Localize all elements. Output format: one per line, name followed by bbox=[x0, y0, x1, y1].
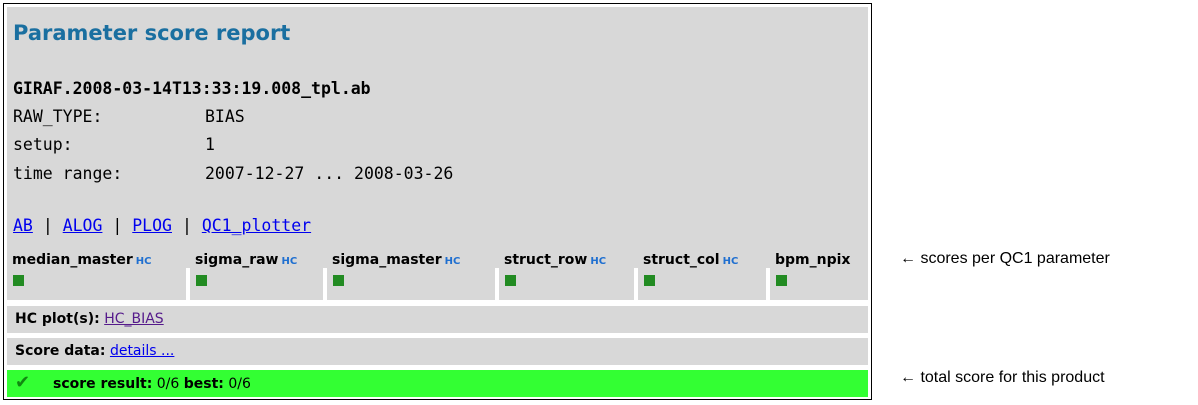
param-cell-sigma-raw: sigma_raw HC bbox=[190, 241, 323, 300]
link-separator: | bbox=[112, 216, 123, 235]
score-indicator bbox=[505, 275, 516, 286]
score-indicator bbox=[196, 275, 207, 286]
annotation-params: ← scores per QC1 parameter bbox=[900, 250, 1110, 267]
param-name: struct_row bbox=[504, 252, 588, 268]
field-label: time range: bbox=[13, 164, 123, 183]
score-result-bar: ✔ score result: 0/6 best: 0/6 bbox=[7, 370, 868, 397]
link-alog[interactable]: ALOG bbox=[63, 216, 103, 235]
link-ab[interactable]: AB bbox=[13, 216, 33, 235]
param-name: bpm_npix bbox=[775, 252, 851, 268]
best-label: best: bbox=[183, 376, 224, 392]
param-cell-bpm-npix: bpm_npix bbox=[770, 241, 868, 300]
hc-link[interactable]: HC bbox=[281, 256, 297, 267]
param-name: median_master bbox=[12, 252, 133, 268]
param-name: sigma_raw bbox=[195, 252, 279, 268]
score-indicator bbox=[644, 275, 655, 286]
field-value: BIAS bbox=[205, 107, 245, 126]
field-value: 1 bbox=[205, 135, 215, 154]
details-link[interactable]: details ... bbox=[110, 343, 174, 359]
score-data-row: Score data: details ... bbox=[7, 338, 868, 365]
link-separator: | bbox=[42, 216, 53, 235]
field-label: setup: bbox=[13, 135, 73, 154]
param-cell-sigma-master: sigma_master HC bbox=[327, 241, 495, 300]
hc-link[interactable]: HC bbox=[723, 256, 739, 267]
field-value: 2007-12-27 ... 2008-03-26 bbox=[205, 164, 454, 183]
score-report-panel: Parameter score report GIRAF.2008-03-14T… bbox=[3, 3, 872, 400]
param-cell-struct-row: struct_row HC bbox=[499, 241, 634, 300]
hc-bias-link[interactable]: HC_BIAS bbox=[104, 311, 164, 327]
hc-link[interactable]: HC bbox=[590, 256, 606, 267]
hc-plots-label: HC plot(s): bbox=[15, 311, 100, 327]
score-result-label: score result: bbox=[53, 376, 153, 392]
hc-link[interactable]: HC bbox=[445, 256, 461, 267]
hc-plots-row: HC plot(s): HC_BIAS bbox=[7, 306, 868, 333]
report-header: Parameter score report GIRAF.2008-03-14T… bbox=[7, 7, 868, 268]
link-bar: AB | ALOG | PLOG | QC1_plotter bbox=[13, 216, 311, 235]
param-name: sigma_master bbox=[332, 252, 442, 268]
link-plog[interactable]: PLOG bbox=[132, 216, 172, 235]
score-indicator bbox=[776, 275, 787, 286]
hc-link[interactable]: HC bbox=[136, 256, 152, 267]
score-indicator bbox=[333, 275, 344, 286]
link-qc1-plotter[interactable]: QC1_plotter bbox=[202, 216, 311, 235]
param-cell-struct-col: struct_col HC bbox=[638, 241, 766, 300]
checkmark-icon: ✔ bbox=[15, 372, 31, 393]
field-label: RAW_TYPE: bbox=[13, 107, 103, 126]
score-indicator bbox=[13, 275, 24, 286]
link-separator: | bbox=[181, 216, 192, 235]
score-data-label: Score data: bbox=[15, 343, 106, 359]
annotation-total: ← total score for this product bbox=[900, 369, 1105, 386]
page-title: Parameter score report bbox=[13, 21, 291, 45]
param-name: struct_col bbox=[643, 252, 720, 268]
score-result-value: 0/6 bbox=[156, 376, 180, 392]
score-result-text: score result: 0/6 best: 0/6 bbox=[53, 376, 251, 392]
parameter-scores-row: median_master HC sigma_raw HC sigma_master… bbox=[7, 241, 868, 300]
param-cell-median-master: median_master HC bbox=[7, 241, 186, 300]
file-name: GIRAF.2008-03-14T13:33:19.008_tpl.ab bbox=[13, 79, 371, 98]
best-value: 0/6 bbox=[228, 376, 251, 392]
